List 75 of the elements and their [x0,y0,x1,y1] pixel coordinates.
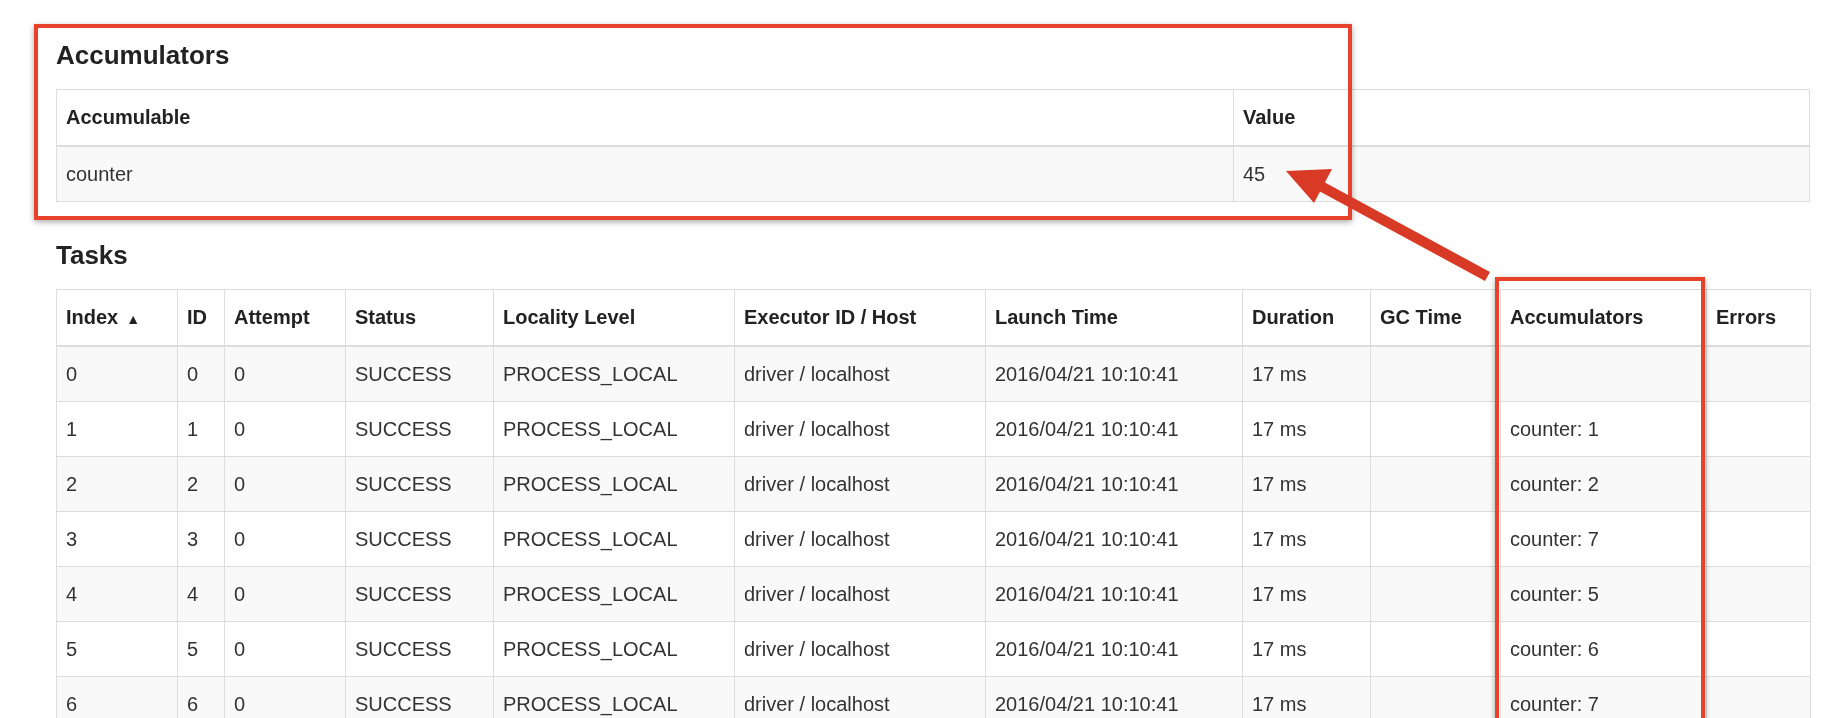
section-title: Tasks [56,240,129,271]
table-cell: 2016/04/21 10:10:41 [995,417,1179,440]
table-cell: driver / localhost [744,362,890,385]
table-cell: PROCESS_LOCAL [503,637,678,660]
table-cell: PROCESS_LOCAL [503,472,678,495]
table-cell: 0 [234,637,246,660]
table-cell: 6 [187,692,199,715]
table-cell: SUCCESS [355,582,452,605]
table-cell: 17 ms [1252,417,1307,440]
table-cell: 3 [187,527,199,550]
table-cell: counter [56,146,1234,202]
table-cell: driver / localhost [744,417,890,440]
table-cell: SUCCESS [355,692,452,715]
column-header: Errors [1716,306,1777,328]
table-cell: PROCESS_LOCAL [503,692,678,715]
table-cell: counter: 2 [1510,472,1599,495]
table-cell: 17 ms [1252,692,1307,715]
table-cell: 2016/04/21 10:10:41 [995,692,1179,715]
table-cell: 1 [66,417,78,440]
table-cell: 2016/04/21 10:10:41 [995,472,1179,495]
table-cell: 1 [187,417,199,440]
column-header: Executor ID / Host [744,306,917,328]
table-cell: SUCCESS [355,417,452,440]
section-title: Accumulators [56,40,231,71]
table-cell: counter: 6 [1510,637,1599,660]
table-cell: SUCCESS [355,472,452,495]
table-cell: 2016/04/21 10:10:41 [995,582,1179,605]
table-cell: counter: 7 [1510,692,1599,715]
table-cell: 4 [66,582,78,605]
table-cell: PROCESS_LOCAL [503,527,678,550]
table-cell: 0 [234,417,246,440]
table-cell: 17 ms [1252,527,1307,550]
table-cell: SUCCESS [355,362,452,385]
column-header: ID [187,306,207,328]
table-cell: 4 [187,582,199,605]
table-cell: counter: 5 [1510,582,1599,605]
table-cell: 0 [234,472,246,495]
table-cell: driver / localhost [744,472,890,495]
table-cell: 0 [234,527,246,550]
table-cell: counter: 1 [1510,417,1599,440]
table-cell: 17 ms [1252,472,1307,495]
column-header: GC Time [1380,306,1462,328]
table-cell: 2016/04/21 10:10:41 [995,362,1179,385]
table-cell: SUCCESS [355,637,452,660]
column-header: Status [355,306,417,328]
table-cell: 2016/04/21 10:10:41 [995,527,1179,550]
table-cell: PROCESS_LOCAL [503,582,678,605]
table-cell: 17 ms [1252,637,1307,660]
column-header: Attempt [234,306,310,328]
table-cell: 5 [187,637,199,660]
table-cell: 5 [66,637,78,660]
table-cell: driver / localhost [744,582,890,605]
table-cell: 17 ms [1252,582,1307,605]
table-cell: 0 [234,362,246,385]
column-header: Locality Level [503,306,636,328]
table-cell: 0 [66,362,78,385]
table-cell: 3 [66,527,78,550]
table-cell: 6 [66,692,78,715]
table-cell: counter: 7 [1510,527,1599,550]
table-cell: PROCESS_LOCAL [503,417,678,440]
table-cell: 2 [187,472,199,495]
table-cell: 2 [66,472,78,495]
table-cell: 0 [234,692,246,715]
table-cell: driver / localhost [744,692,890,715]
column-header: Launch Time [995,306,1118,328]
table-cell: 0 [187,362,199,385]
column-header: Duration [1252,306,1335,328]
table-cell: 17 ms [1252,362,1307,385]
table-cell: SUCCESS [355,527,452,550]
table-cell: 2016/04/21 10:10:41 [995,637,1179,660]
table-cell: driver / localhost [744,527,890,550]
table-cell: driver / localhost [744,637,890,660]
table-cell: PROCESS_LOCAL [503,362,678,385]
table-cell: 0 [234,582,246,605]
column-header: Accumulators [1510,306,1644,328]
